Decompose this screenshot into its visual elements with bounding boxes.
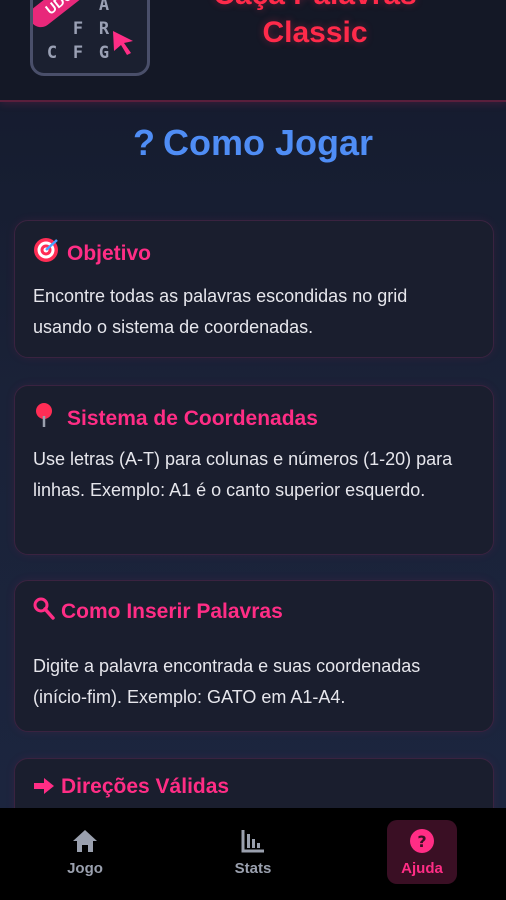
help-icon: ? [410,829,434,853]
nav-label: Ajuda [401,860,443,877]
card-title: Objetivo [33,237,151,269]
arrow-right-icon [33,776,55,802]
card-text: Digite a palavra encontrada e suas coord… [33,656,421,707]
nav-item-stats[interactable]: Stats [218,820,288,884]
chart-icon [241,830,264,853]
card-text: Encontre todas as palavras escondidas no… [33,286,408,337]
card-title: Direções Válidas [33,775,229,802]
nav-label: Stats [234,860,272,877]
question-icon: ? [132,122,155,163]
page-title: ? Como Jogar [0,122,506,164]
nav-item-jogo[interactable]: Jogo [50,820,120,884]
logo-letter: C [46,43,58,63]
home-icon [73,830,97,852]
app-title-line2: Classic [262,16,368,49]
app-header: C A F R C F G UDU Caça Palavras Classic [0,0,506,102]
page-title-text: Como Jogar [162,122,374,163]
logo-letter: F [72,43,84,63]
cursor-icon [113,31,133,55]
logo-letter: A [98,0,110,15]
nav-item-ajuda[interactable]: ? Ajuda [387,820,457,884]
pin-icon [33,402,61,434]
logo-letter: F [72,19,84,39]
target-icon [33,237,61,269]
bottom-nav: Jogo Stats ? Ajuda [0,808,506,900]
nav-label: Jogo [67,860,103,877]
app-logo: C A F R C F G UDU [30,0,150,76]
card-text: Use letras (A-T) para colunas e números … [33,449,453,500]
card-title: Como Inserir Palavras [33,597,283,627]
app-title-line1: Caça Palavras [200,0,430,12]
card-coordenadas: Sistema de Coordenadas Use letras (A-T) … [14,385,494,555]
card-objetivo: Objetivo Encontre todas as palavras esco… [14,220,494,358]
svg-text:?: ? [417,832,426,851]
magnifier-icon [33,597,55,627]
card-inserir-palavras: Como Inserir Palavras Digite a palavra e… [14,580,494,732]
card-title: Sistema de Coordenadas [33,402,318,434]
